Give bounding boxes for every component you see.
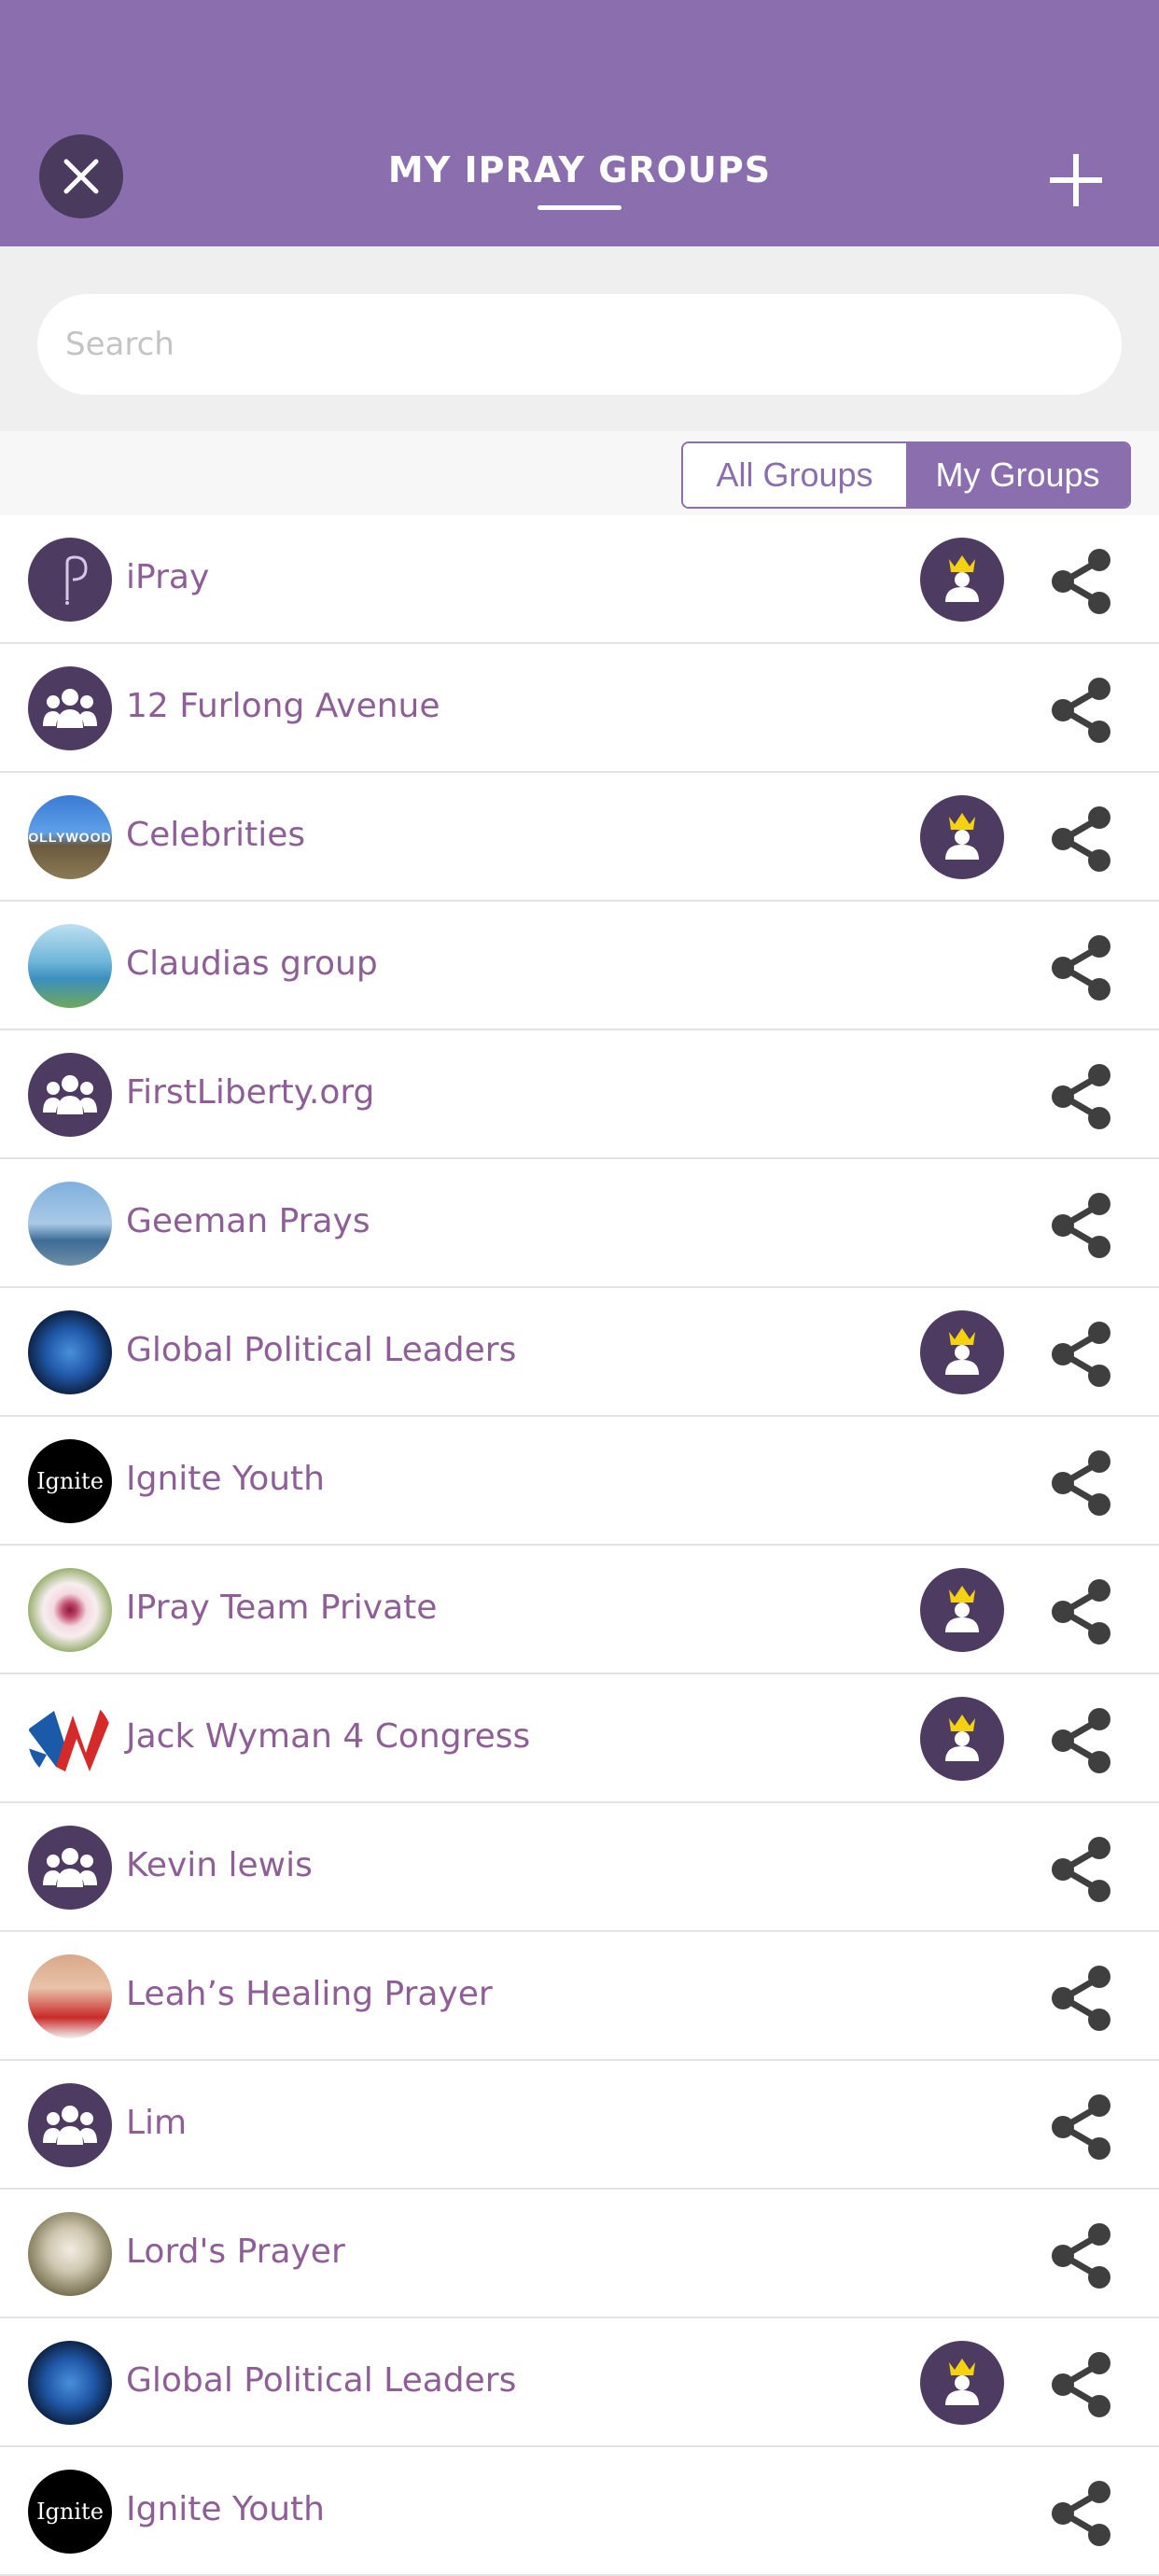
group-avatar: [28, 538, 112, 622]
group-avatar: [28, 1954, 112, 2038]
admin-crown-icon: [920, 538, 1004, 622]
share-icon[interactable]: [1045, 2219, 1118, 2292]
group-avatar: [28, 1568, 112, 1652]
group-name: Global Political Leaders: [126, 2361, 517, 2400]
group-name: iPray: [126, 558, 210, 596]
page-title: MY IPRAY GROUPS: [387, 149, 772, 190]
group-name: Geeman Prays: [126, 1202, 370, 1240]
app-header: MY IPRAY GROUPS: [0, 0, 1159, 246]
group-name: Leah’s Healing Prayer: [126, 1975, 493, 2013]
share-icon[interactable]: [1045, 803, 1118, 875]
admin-crown-icon: [920, 1310, 1004, 1394]
group-avatar: [28, 1182, 112, 1266]
group-avatar: [28, 924, 112, 1008]
group-icon: [28, 666, 112, 750]
group-name: Kevin lewis: [126, 1846, 313, 1884]
group-row[interactable]: Global Political Leaders: [0, 1288, 1159, 1417]
my-groups-tab[interactable]: My Groups: [906, 443, 1129, 507]
group-row[interactable]: FirstLiberty.org: [0, 1030, 1159, 1159]
share-icon[interactable]: [1045, 2348, 1118, 2421]
share-icon[interactable]: [1045, 1189, 1118, 1262]
search-input[interactable]: [37, 294, 1122, 395]
group-row[interactable]: Lord's Prayer: [0, 2190, 1159, 2318]
group-filter-segment: All Groups My Groups: [681, 441, 1131, 509]
group-row[interactable]: Ignite Ignite Youth: [0, 2447, 1159, 2576]
segment-bar: All Groups My Groups: [0, 431, 1159, 515]
share-icon[interactable]: [1045, 1575, 1118, 1648]
share-icon[interactable]: [1045, 931, 1118, 1004]
share-icon[interactable]: [1045, 1833, 1118, 1906]
share-icon[interactable]: [1045, 1704, 1118, 1777]
group-avatar: Ignite: [28, 1439, 112, 1523]
group-row[interactable]: Jack Wyman 4 Congress: [0, 1674, 1159, 1803]
group-row[interactable]: Geeman Prays: [0, 1159, 1159, 1288]
share-icon[interactable]: [1045, 1060, 1118, 1133]
group-name: IPray Team Private: [126, 1589, 438, 1627]
group-row[interactable]: Claudias group: [0, 902, 1159, 1030]
group-name: Lord's Prayer: [126, 2233, 345, 2271]
group-row[interactable]: Ignite Ignite Youth: [0, 1417, 1159, 1546]
all-groups-tab[interactable]: All Groups: [683, 443, 906, 507]
group-avatar: Ignite: [28, 2470, 112, 2554]
group-row[interactable]: iPray: [0, 515, 1159, 644]
group-row[interactable]: Kevin lewis: [0, 1803, 1159, 1932]
group-name: Ignite Youth: [126, 1460, 325, 1498]
group-name: Lim: [126, 2104, 188, 2142]
group-row[interactable]: OLLYWOOD Celebrities: [0, 773, 1159, 902]
share-icon[interactable]: [1045, 1447, 1118, 1519]
group-name: Claudias group: [126, 945, 378, 983]
group-avatar: [28, 2212, 112, 2296]
group-row[interactable]: Leah’s Healing Prayer: [0, 1932, 1159, 2061]
group-name: FirstLiberty.org: [126, 1073, 375, 1112]
group-row[interactable]: Global Political Leaders: [0, 2318, 1159, 2447]
group-icon: [28, 1053, 112, 1137]
group-name: Ignite Youth: [126, 2490, 325, 2528]
group-name: 12 Furlong Avenue: [126, 687, 440, 725]
group-row[interactable]: Lim: [0, 2061, 1159, 2190]
group-avatar: [28, 1697, 112, 1781]
admin-crown-icon: [920, 1568, 1004, 1652]
group-name: Global Political Leaders: [126, 1331, 517, 1369]
group-avatar: [28, 1310, 112, 1394]
group-avatar: [28, 2341, 112, 2425]
group-row[interactable]: 12 Furlong Avenue: [0, 644, 1159, 773]
title-underline: [538, 205, 621, 210]
group-icon: [28, 2083, 112, 2167]
share-icon[interactable]: [1045, 674, 1118, 747]
group-row[interactable]: IPray Team Private: [0, 1546, 1159, 1674]
admin-crown-icon: [920, 2341, 1004, 2425]
group-name: Celebrities: [126, 816, 306, 854]
share-icon[interactable]: [1045, 545, 1118, 618]
group-avatar: OLLYWOOD: [28, 795, 112, 879]
group-icon: [28, 1826, 112, 1910]
admin-crown-icon: [920, 795, 1004, 879]
admin-crown-icon: [920, 1697, 1004, 1781]
share-icon[interactable]: [1045, 2091, 1118, 2163]
plus-icon: [1050, 154, 1102, 206]
share-icon[interactable]: [1045, 2477, 1118, 2550]
add-group-button[interactable]: [1045, 149, 1107, 211]
search-area: [0, 246, 1159, 431]
group-list: iPray 12 Furlong Avenue OLLYWOOD Celebritie…: [0, 515, 1159, 2576]
group-name: Jack Wyman 4 Congress: [126, 1717, 531, 1756]
share-icon[interactable]: [1045, 1318, 1118, 1391]
share-icon[interactable]: [1045, 1962, 1118, 2035]
